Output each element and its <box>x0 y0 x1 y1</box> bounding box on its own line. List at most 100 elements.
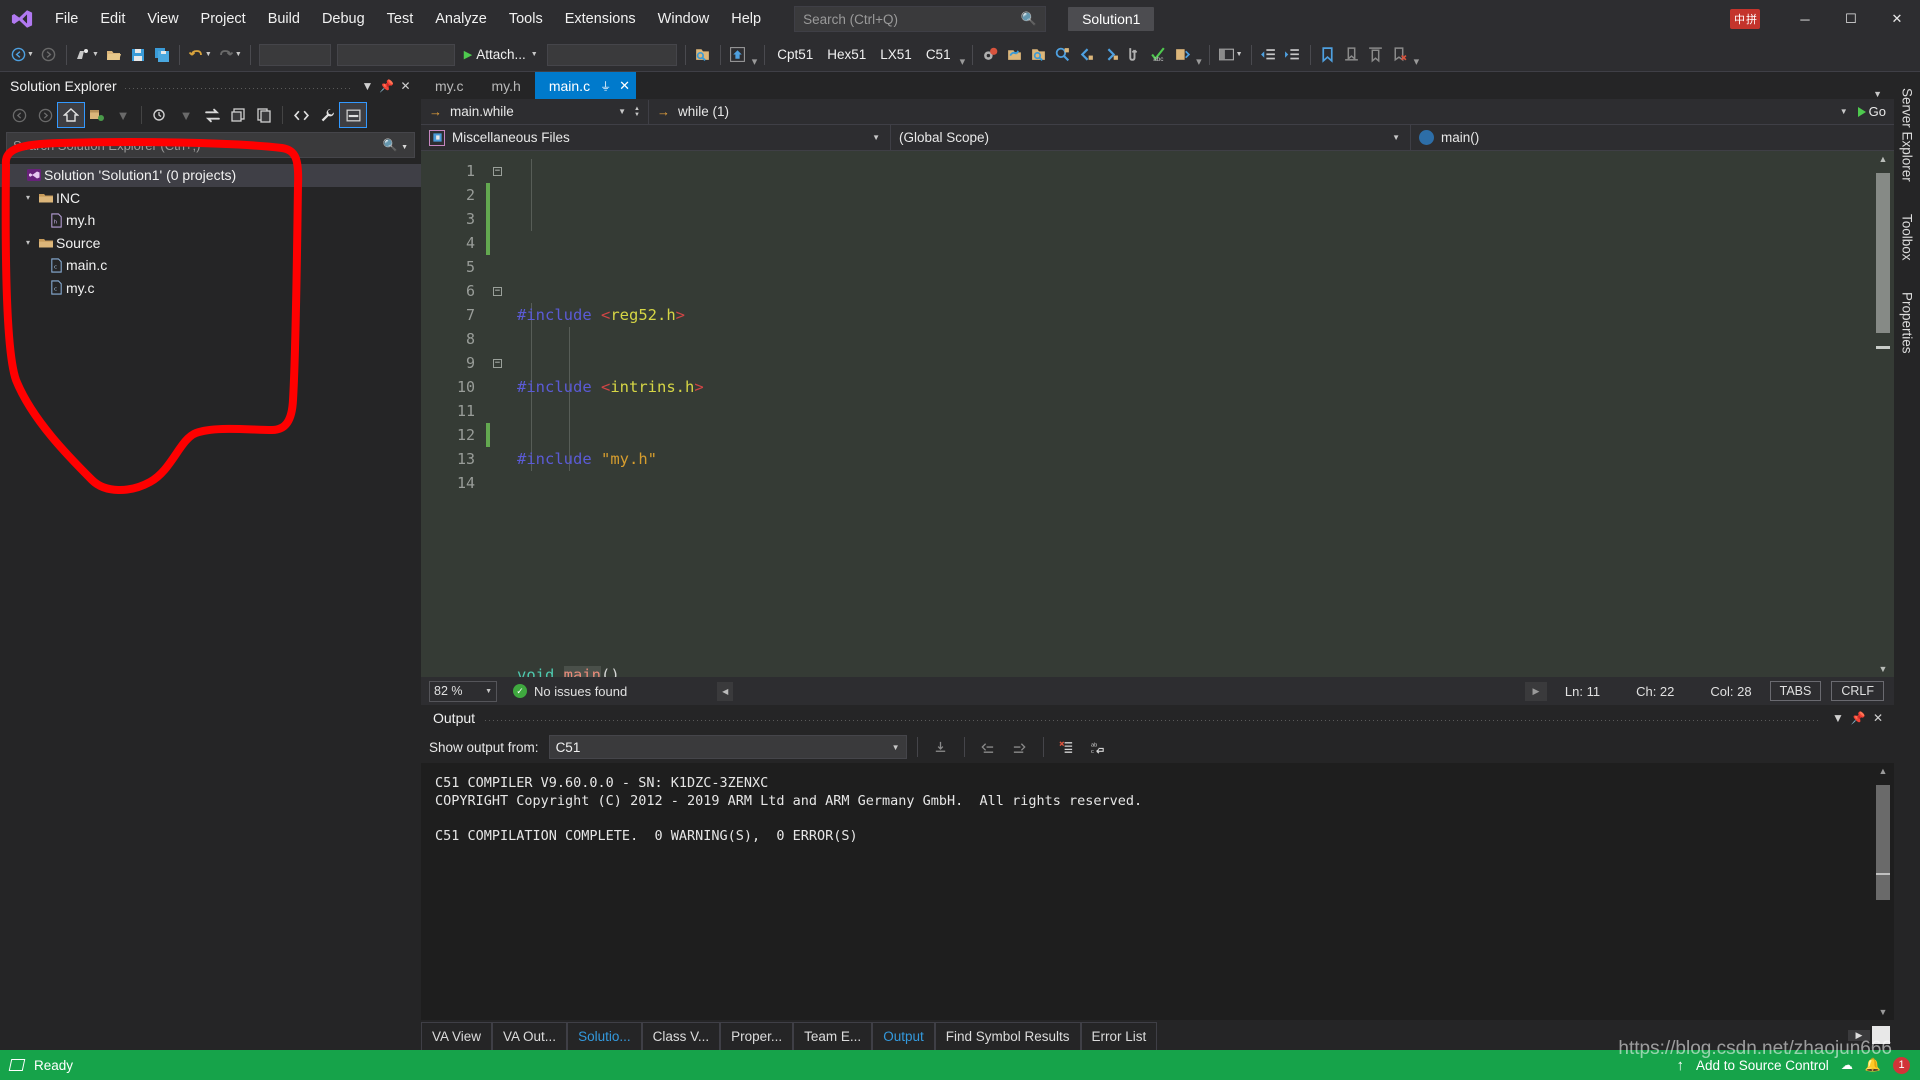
save-icon[interactable] <box>126 42 150 68</box>
solution-explorer-search-input[interactable]: Search Solution Explorer (Ctrl+;) 🔍 ▼ <box>6 132 415 158</box>
tabs-mode-indicator[interactable]: TABS <box>1769 681 1822 701</box>
close-icon[interactable]: ✕ <box>1868 711 1888 725</box>
menu-view[interactable]: View <box>136 0 189 38</box>
go-button[interactable]: Go <box>1857 104 1894 119</box>
dock-tab-va-view[interactable]: VA View <box>421 1022 493 1050</box>
menu-analyze[interactable]: Analyze <box>424 0 498 38</box>
toggle-bookmark-icon[interactable] <box>1122 42 1146 68</box>
close-icon[interactable]: ✕ <box>619 78 630 94</box>
code-line-6[interactable]: void main() <box>511 663 1872 677</box>
menu-project[interactable]: Project <box>190 0 257 38</box>
navigate-backward-icon[interactable]: ▼ <box>8 42 37 68</box>
code-area[interactable]: 1 2 3 4 5 6 7 8 9 10 11 12 13 14 − − − #… <box>421 151 1872 677</box>
menu-window[interactable]: Window <box>647 0 721 38</box>
chevron-down-icon[interactable]: ▼ <box>610 107 634 116</box>
tab-my-c[interactable]: my.c <box>421 72 478 99</box>
code-folding-gutter[interactable]: − − − <box>493 151 511 677</box>
toolbar-hex51[interactable]: Hex51 <box>820 47 873 62</box>
undo-icon[interactable]: ▼ <box>185 42 215 68</box>
notification-badge[interactable]: 1 <box>1893 1056 1910 1074</box>
minimize-button[interactable]: ─ <box>1782 0 1828 38</box>
spell-check-icon[interactable]: abc <box>1146 42 1170 68</box>
tree-item-my-c[interactable]: c my.c <box>0 277 421 300</box>
panel-menu-chevron-icon[interactable]: ▼ <box>1828 711 1848 725</box>
toolbar-c51[interactable]: C51 <box>919 47 958 62</box>
toolbar-overflow-2[interactable]: ▾ <box>958 55 968 68</box>
issues-indicator[interactable]: ✓ No issues found <box>513 684 627 699</box>
open-file-icon[interactable] <box>102 42 126 68</box>
dock-tab-class-view[interactable]: Class V... <box>641 1022 721 1050</box>
scroll-down-icon[interactable]: ▼ <box>1872 664 1894 674</box>
navigate-back-combo[interactable]: → main.while ▼ ▲ ▼ <box>421 99 649 124</box>
tree-item-my-h[interactable]: h my.h <box>0 209 421 232</box>
debug-target-combo[interactable] <box>546 43 677 66</box>
output-vertical-scrollbar[interactable]: ▲ ▼ <box>1872 763 1894 1020</box>
code-view-icon[interactable] <box>288 103 314 127</box>
code-content[interactable]: #include <reg52.h> #include <intrins.h> … <box>511 151 1872 677</box>
toolbar-cpt51[interactable]: Cpt51 <box>770 47 820 62</box>
home-icon[interactable] <box>57 102 85 128</box>
pin-icon[interactable]: ⏚ <box>600 78 611 94</box>
preview-selected-items-icon[interactable] <box>339 102 367 128</box>
ime-indicator[interactable]: 中 拼 <box>1729 9 1760 29</box>
close-icon[interactable]: ✕ <box>396 79 415 93</box>
navigate-forward-combo[interactable]: → while (1) ▼ Go <box>649 99 1894 124</box>
fold-toggle-icon[interactable]: − <box>493 358 502 368</box>
go-to-previous-message-icon[interactable] <box>975 735 1001 759</box>
output-body[interactable]: C51 COMPILER V9.60.0.0 - SN: K1DZC-3ZENX… <box>421 763 1894 1020</box>
clear-all-icon[interactable] <box>1054 735 1080 759</box>
code-line-4[interactable] <box>511 519 1872 543</box>
forward-icon[interactable] <box>32 103 58 127</box>
vertical-tab-properties[interactable]: Properties <box>1898 286 1917 360</box>
fold-toggle-icon[interactable]: − <box>493 286 502 296</box>
redo-icon[interactable]: ▼ <box>215 42 245 68</box>
find-in-files-icon[interactable] <box>691 42 715 68</box>
scrollbar-thumb[interactable] <box>1876 173 1890 333</box>
dock-tab-team-explorer[interactable]: Team E... <box>793 1022 873 1050</box>
next-bookmark-icon[interactable] <box>1364 42 1388 68</box>
menu-help[interactable]: Help <box>720 0 772 38</box>
tree-item-main-c[interactable]: c main.c <box>0 254 421 277</box>
show-all-files-icon[interactable] <box>251 103 277 127</box>
dock-tab-error-list[interactable]: Error List <box>1080 1022 1158 1050</box>
menu-tools[interactable]: Tools <box>498 0 554 38</box>
save-all-icon[interactable] <box>150 42 174 68</box>
code-line-5[interactable] <box>511 591 1872 615</box>
menu-file[interactable]: File <box>44 0 89 38</box>
collapse-all-icon[interactable] <box>225 103 251 127</box>
dock-tab-solution[interactable]: Solutio... <box>567 1022 642 1050</box>
scroll-down-icon[interactable]: ▼ <box>1872 1007 1894 1017</box>
bookmark-icon[interactable] <box>1316 42 1340 68</box>
comment-selection-icon[interactable] <box>1170 42 1194 68</box>
toolbar-overflow-1[interactable]: ▾ <box>750 55 760 68</box>
platform-combo[interactable] <box>336 43 455 66</box>
configuration-combo[interactable] <box>258 43 331 66</box>
chevron-down-icon[interactable]: ▼ <box>1830 107 1858 116</box>
status-forward-icon[interactable]: ▶ <box>1524 681 1547 701</box>
scrollbar-thumb[interactable] <box>1876 785 1890 900</box>
step-forward-icon[interactable] <box>1098 42 1122 68</box>
maximize-button[interactable]: ☐ <box>1828 0 1874 38</box>
scroll-up-icon[interactable]: ▲ <box>1879 151 1888 167</box>
tab-my-h[interactable]: my.h <box>477 72 535 99</box>
refresh-folder-icon[interactable] <box>1002 42 1026 68</box>
code-line-1[interactable]: #include <reg52.h> <box>511 303 1872 327</box>
quick-find-icon[interactable] <box>1050 42 1074 68</box>
pin-icon[interactable]: 📌 <box>1848 711 1868 725</box>
refresh-project-icon[interactable] <box>84 103 110 127</box>
toolbar-overflow-4[interactable]: ▾ <box>1412 55 1422 68</box>
tree-item-inc[interactable]: ▾ INC <box>0 187 421 210</box>
find-message-icon[interactable] <box>928 735 954 759</box>
navigate-forward-icon[interactable] <box>37 42 61 68</box>
dock-tab-properties[interactable]: Proper... <box>720 1022 794 1050</box>
vertical-tab-server-explorer[interactable]: Server Explorer <box>1898 82 1917 188</box>
menu-edit[interactable]: Edit <box>89 0 136 38</box>
new-project-icon[interactable]: ▼ <box>72 42 102 68</box>
menu-extensions[interactable]: Extensions <box>554 0 647 38</box>
toggle-word-wrap-icon[interactable]: ab c <box>1086 735 1112 759</box>
home-tool-icon[interactable] <box>726 42 750 68</box>
scroll-up-icon[interactable]: ▲ <box>1872 763 1894 779</box>
properties-wrench-icon[interactable] <box>314 103 340 127</box>
tab-main-c[interactable]: main.c ⏚ ✕ <box>534 72 636 99</box>
menu-debug[interactable]: Debug <box>311 0 376 38</box>
